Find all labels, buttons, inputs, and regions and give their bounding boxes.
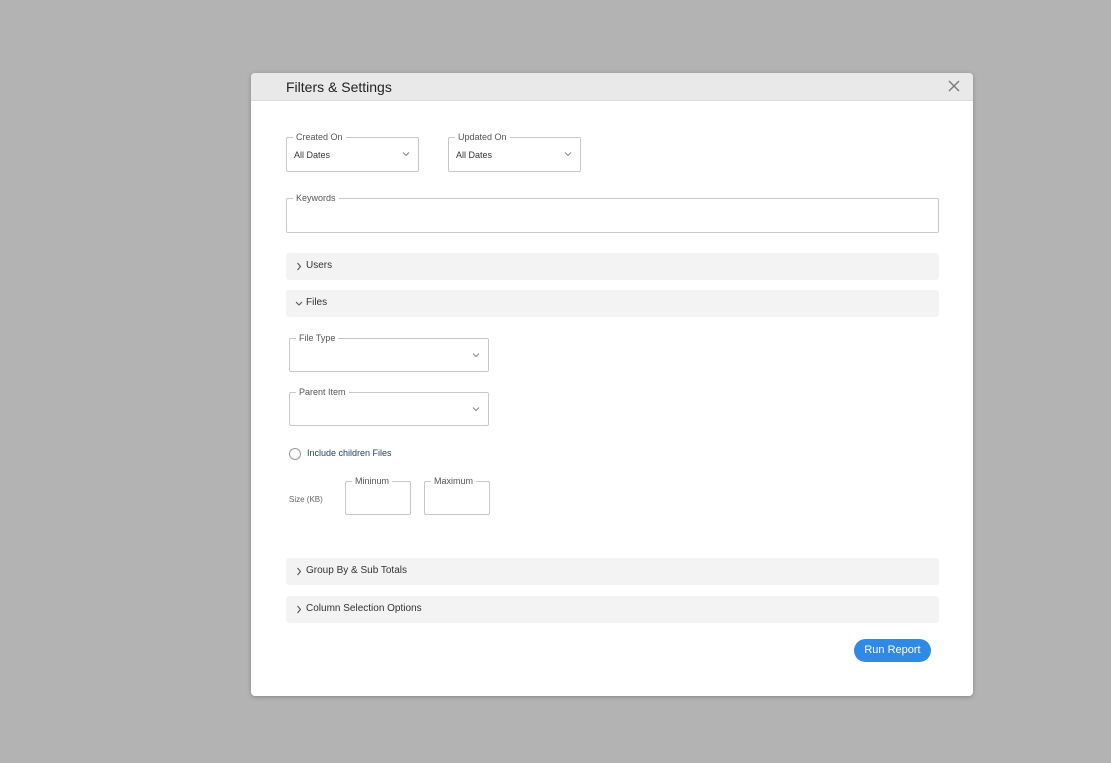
created-on-value: All Dates [294,150,331,160]
parent-item-select[interactable]: Parent Item [289,386,489,426]
include-children-label[interactable]: Include children Files [307,448,392,458]
keywords-field[interactable]: Keywords [286,192,939,233]
updated-on-label: Updated On [455,131,510,143]
chevron-right-icon [295,605,303,614]
section-column-selection-label: Column Selection Options [306,603,422,614]
chevron-right-icon [295,567,303,576]
chevron-right-icon [295,262,303,271]
size-maximum-input[interactable]: Maximum [424,475,490,515]
keywords-label: Keywords [293,192,339,204]
section-users[interactable]: Users [286,253,939,280]
chevron-down-icon [472,405,480,413]
section-group-by[interactable]: Group By & Sub Totals [286,558,939,585]
size-minimum-input[interactable]: Mininum [345,475,411,515]
chevron-down-icon [402,150,410,158]
size-maximum-label: Maximum [431,475,477,487]
file-type-select[interactable]: File Type [289,332,489,372]
run-report-button[interactable]: Run Report [854,639,931,662]
close-icon[interactable] [947,79,961,93]
created-on-select[interactable]: Created On All Dates [286,131,419,172]
created-on-label: Created On [293,131,346,143]
file-type-label: File Type [296,332,339,344]
size-kb-label: Size (KB) [289,495,323,504]
section-files[interactable]: Files [286,290,939,317]
include-children-radio[interactable] [289,448,301,460]
section-files-label: Files [306,297,328,308]
dialog-header: Filters & Settings [251,73,973,101]
updated-on-value: All Dates [456,150,493,160]
filters-settings-dialog: Filters & Settings Created On All Dates … [251,73,973,696]
section-group-by-label: Group By & Sub Totals [306,565,407,576]
section-users-label: Users [306,260,333,271]
chevron-down-icon [472,351,480,359]
chevron-down-icon [295,299,303,308]
size-minimum-label: Mininum [352,475,393,487]
chevron-down-icon [564,150,572,158]
section-column-selection[interactable]: Column Selection Options [286,596,939,623]
parent-item-label: Parent Item [296,386,349,398]
updated-on-select[interactable]: Updated On All Dates [448,131,581,172]
dialog-title: Filters & Settings [286,79,392,95]
